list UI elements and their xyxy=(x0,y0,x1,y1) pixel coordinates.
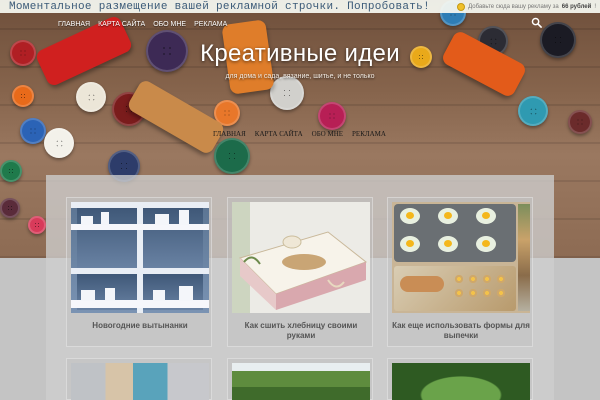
post-card[interactable] xyxy=(387,358,533,400)
post-card[interactable] xyxy=(66,358,212,400)
sewing-button-decoration xyxy=(214,138,250,174)
post-title[interactable]: Как еще использовать формы для выпечки xyxy=(392,321,530,341)
main-navigation: ГЛАВНАЯ КАРТА САЙТА ОБО МНЕ РЕКЛАМА xyxy=(213,128,386,139)
post-thumbnail[interactable] xyxy=(71,363,209,400)
top-nav-ads[interactable]: РЕКЛАМА xyxy=(194,21,227,28)
pastry-roll xyxy=(400,276,444,292)
site-title[interactable]: Креативные идеи xyxy=(0,40,600,68)
paper-house-cutout xyxy=(81,216,93,225)
top-nav-sitemap[interactable]: КАРТА САЙТА xyxy=(98,21,145,28)
ad-offer-price: 66 рублей xyxy=(561,3,592,10)
post-thumbnail[interactable] xyxy=(232,363,370,400)
window-pane xyxy=(143,208,203,268)
promo-link[interactable]: Моментальное размещение вашей рекламной … xyxy=(0,1,430,13)
paper-house-cutout xyxy=(81,290,95,301)
top-nav-about[interactable]: ОБО МНЕ xyxy=(153,21,186,28)
sewing-button-decoration xyxy=(12,85,34,107)
paper-house-cutout xyxy=(101,212,109,225)
post-title[interactable]: Как сшить хлебницу своими руками xyxy=(232,321,370,341)
coin-icon xyxy=(457,2,466,11)
bread-basket-illustration xyxy=(232,202,370,313)
paper-house-cutout xyxy=(179,286,193,301)
paper-snow-strip xyxy=(71,300,209,308)
side-photo-strip xyxy=(518,204,530,311)
posts-grid: Новогодние вытынанки Как сшить хлебницу … xyxy=(46,175,554,400)
paper-house-cutout xyxy=(105,288,115,301)
top-nav-home[interactable]: ГЛАВНАЯ xyxy=(58,21,90,28)
sewing-button-decoration xyxy=(318,102,346,130)
sewing-button-decoration xyxy=(44,128,74,158)
pastry-bites xyxy=(452,272,510,302)
post-thumbnail-window-cutouts[interactable] xyxy=(71,202,209,313)
sewing-button-decoration xyxy=(0,160,22,182)
search-icon[interactable] xyxy=(531,17,542,28)
main-nav-home[interactable]: ГЛАВНАЯ xyxy=(213,130,246,138)
promo-bar: Моментальное размещение вашей рекламной … xyxy=(0,0,600,13)
paper-house-cutout xyxy=(153,290,165,301)
ad-offer[interactable]: Добавьте сюда вашу рекламу за 66 рублей … xyxy=(457,1,596,12)
sewing-button-decoration xyxy=(568,110,592,134)
egg-yolk xyxy=(406,240,414,247)
post-thumbnail-muffin-tins[interactable] xyxy=(392,202,530,313)
post-thumbnail[interactable] xyxy=(392,363,530,400)
main-nav-sitemap[interactable]: КАРТА САЙТА xyxy=(255,130,303,138)
egg-yolk xyxy=(406,212,414,219)
main-nav-ads[interactable]: РЕКЛАМА xyxy=(352,130,386,138)
sewing-button-decoration xyxy=(20,118,46,144)
main-nav-about[interactable]: ОБО МНЕ xyxy=(312,130,343,138)
top-navigation: ГЛАВНАЯ КАРТА САЙТА ОБО МНЕ РЕКЛАМА xyxy=(58,17,227,31)
sewing-button-decoration xyxy=(270,76,304,110)
paper-house-cutout xyxy=(155,214,169,225)
egg-yolk xyxy=(444,212,452,219)
ad-offer-suffix: ! xyxy=(594,3,596,10)
sewing-button-decoration xyxy=(518,96,548,126)
window-frame xyxy=(137,202,143,313)
post-card[interactable] xyxy=(227,358,373,400)
paper-house-cutout xyxy=(179,210,189,225)
post-card[interactable]: Как сшить хлебницу своими руками xyxy=(227,197,373,347)
sewing-button-decoration xyxy=(28,216,46,234)
post-card[interactable]: Новогодние вытынанки xyxy=(66,197,212,347)
sewing-button-decoration xyxy=(0,198,20,218)
egg-yolk xyxy=(482,240,490,247)
egg-yolk xyxy=(444,240,452,247)
egg-yolk xyxy=(482,212,490,219)
sewing-button-decoration xyxy=(76,82,106,112)
post-title[interactable]: Новогодние вытынанки xyxy=(71,321,209,331)
post-card[interactable]: Как еще использовать формы для выпечки xyxy=(387,197,533,347)
post-thumbnail-bread-basket[interactable] xyxy=(232,202,370,313)
ad-offer-prefix: Добавьте сюда вашу рекламу за xyxy=(468,3,559,10)
site-tagline: для дома и сада, вязание, шитье, и не то… xyxy=(225,73,375,80)
window-frame xyxy=(71,268,209,274)
